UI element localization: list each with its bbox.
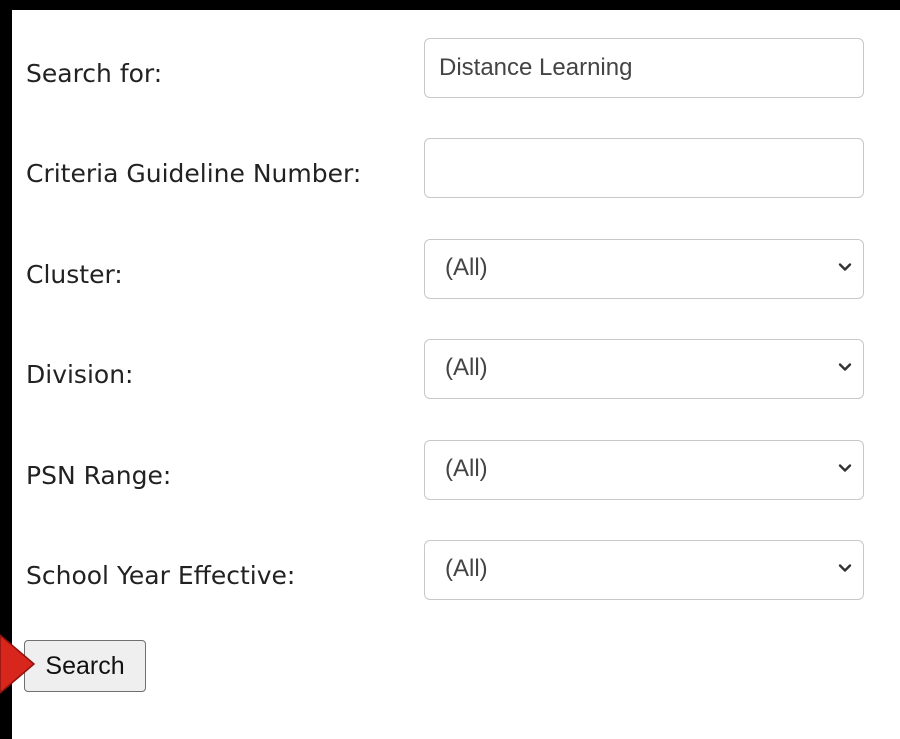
psn-range-selected-value: (All) [445, 455, 488, 482]
cluster-select[interactable]: (All) [424, 239, 864, 299]
psn-range-select[interactable]: (All) [424, 440, 864, 500]
cluster-selected-value: (All) [445, 254, 488, 281]
school-year-effective-select[interactable]: (All) [424, 540, 864, 600]
search-for-input[interactable] [424, 38, 864, 98]
criteria-guideline-number-label: Criteria Guideline Number: [26, 159, 362, 188]
red-arrow-icon [0, 634, 35, 694]
chevron-down-icon [838, 263, 852, 271]
division-select[interactable]: (All) [424, 339, 864, 399]
division-selected-value: (All) [445, 354, 488, 381]
psn-range-label: PSN Range: [26, 461, 172, 490]
division-label: Division: [26, 360, 134, 389]
screenshot-frame: Search for: Criteria Guideline Number: C… [0, 0, 900, 739]
search-button[interactable]: Search [24, 640, 146, 692]
cluster-label: Cluster: [26, 260, 123, 289]
chevron-down-icon [838, 564, 852, 572]
search-for-label: Search for: [26, 59, 163, 88]
chevron-down-icon [838, 363, 852, 371]
search-form: Search for: Criteria Guideline Number: C… [12, 10, 900, 739]
school-year-effective-selected-value: (All) [445, 555, 488, 582]
criteria-guideline-number-input[interactable] [424, 138, 864, 198]
chevron-down-icon [838, 464, 852, 472]
school-year-effective-label: School Year Effective: [26, 561, 296, 590]
